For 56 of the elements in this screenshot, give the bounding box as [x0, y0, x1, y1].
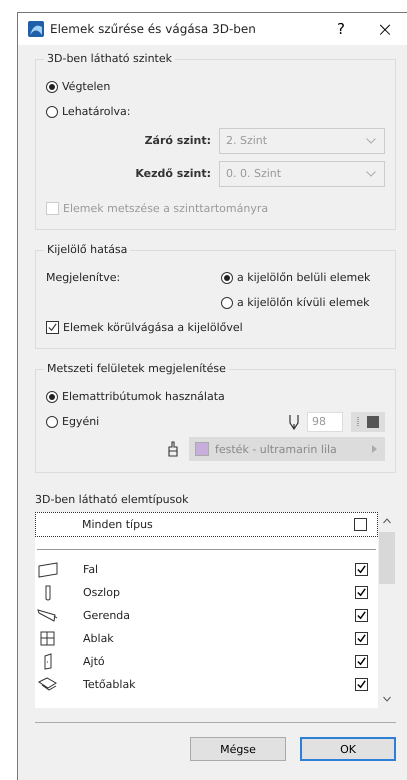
fill-pattern-button[interactable] — [351, 412, 385, 432]
checkbox[interactable] — [354, 518, 367, 531]
chevron-down-icon — [366, 170, 376, 176]
radio-label: Egyéni — [62, 415, 100, 428]
beam-icon — [37, 606, 59, 624]
field-label: Megjelenítve: — [46, 270, 122, 286]
skylight-icon — [37, 676, 59, 694]
field-label: Záró szint: — [144, 134, 212, 147]
checkbox-label: Elemek körülvágása a kijelölővel — [63, 321, 243, 334]
checkbox[interactable] — [355, 632, 368, 645]
radio-button[interactable] — [46, 80, 58, 92]
chevron-down-icon — [366, 138, 376, 144]
dialog-button[interactable]: Mégse — [190, 737, 286, 761]
element-type-label: Tetőablak — [83, 678, 136, 691]
close-button[interactable]: × — [363, 14, 407, 44]
checkbox[interactable] — [355, 655, 368, 668]
radio-button[interactable] — [46, 390, 58, 402]
group-title: 3D-ben látható szintek — [44, 52, 176, 65]
radio-button[interactable] — [46, 106, 58, 118]
app-icon — [28, 21, 44, 37]
section-title: 3D-ben látható elemtípusok — [35, 493, 190, 506]
checkbox[interactable] — [355, 609, 368, 622]
element-type-label: Fal — [83, 563, 98, 576]
radio-label: Elemattribútumok használata — [62, 390, 225, 403]
radio-button[interactable] — [46, 416, 58, 428]
wall-icon — [37, 560, 59, 578]
group-title: Metszeti felületek megjelenítése — [44, 362, 229, 375]
checkbox[interactable] — [46, 321, 59, 334]
group-title: Kijelölő hatása — [44, 243, 130, 256]
checkbox[interactable] — [355, 678, 368, 691]
checkbox-label: Elemek metszése a szinttartományra — [63, 202, 268, 215]
list-item[interactable]: Minden típus — [35, 512, 378, 537]
triangle-right-icon — [372, 445, 377, 453]
scrollbar-thumb[interactable] — [379, 532, 395, 584]
checkbox[interactable] — [355, 563, 368, 576]
pen-icon — [289, 414, 299, 430]
window-title: Elemek szűrése és vágása 3D-ben — [50, 22, 257, 36]
radio-label: Végtelen — [62, 80, 110, 93]
column-icon — [45, 584, 51, 602]
help-button[interactable]: ? — [319, 14, 363, 44]
checkbox[interactable] — [355, 586, 368, 599]
chevron-up-icon — [383, 518, 391, 524]
radio-button[interactable] — [221, 296, 233, 308]
element-type-label: Oszlop — [83, 586, 120, 599]
element-type-label: Ajtó — [83, 655, 105, 668]
door-icon — [44, 652, 52, 670]
radio-button[interactable] — [221, 272, 233, 284]
radio-label: a kijelölőn kívüli elemek — [237, 296, 370, 309]
radio-label: a kijelölőn belüli elemek — [237, 271, 370, 284]
radio-label: Lehatárolva: — [62, 105, 130, 118]
element-type-label: Ablak — [83, 632, 114, 645]
chevron-down-icon — [383, 696, 391, 702]
field-label: Kezdő szint: — [134, 167, 212, 180]
element-type-label: Gerenda — [83, 609, 130, 622]
paint-brush-icon — [167, 441, 179, 457]
dialog-button[interactable]: OK — [300, 737, 396, 761]
